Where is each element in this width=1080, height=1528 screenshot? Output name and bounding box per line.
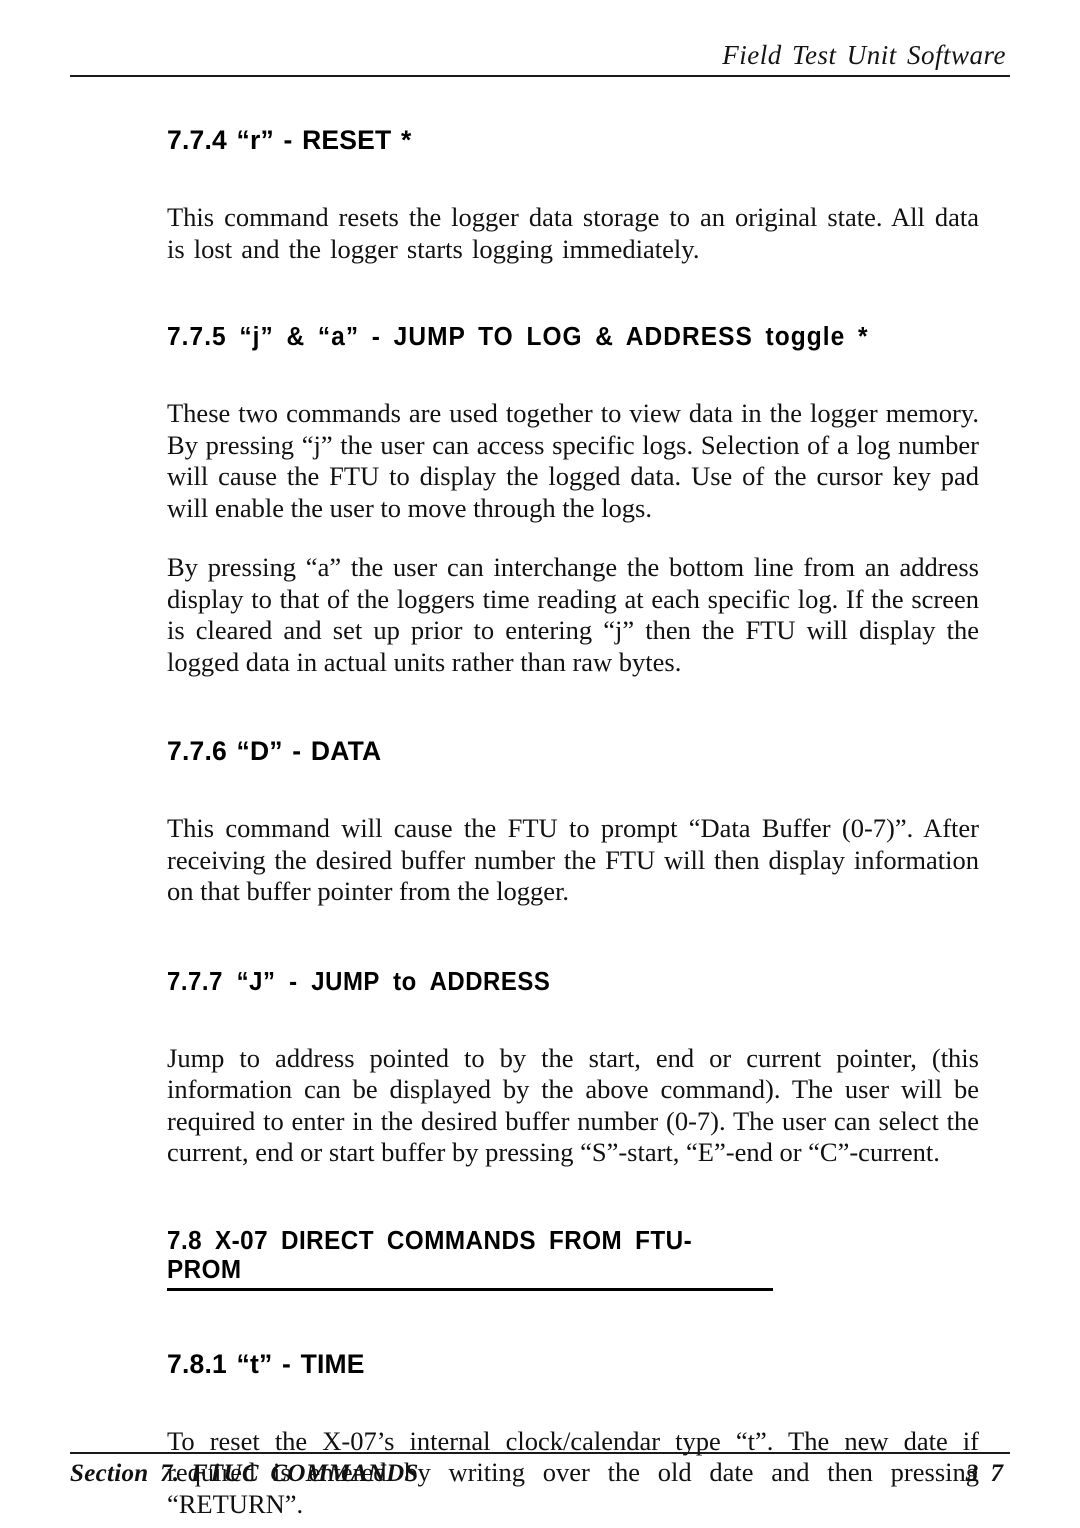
footer-row: Section 7. FTUC COMMANDS 3 7 — [70, 1460, 1010, 1488]
page-content: 7.7.4 “r” - RESET * This command resets … — [167, 125, 979, 1520]
page-number: 3 7 — [965, 1460, 1006, 1487]
heading-7-7-7: 7.7.7 “J” - JUMP to ADDRESS — [167, 965, 551, 996]
paragraph-7-7-4-1: This command resets the logger data stor… — [167, 202, 979, 264]
header-rule — [70, 75, 1010, 77]
footer-section-label: Section 7. FTUC COMMANDS — [70, 1460, 419, 1487]
heading-7-7-6: 7.7.6 “D” - DATA — [167, 736, 382, 766]
heading-7-7-5: 7.7.5 “j” & “a” - JUMP TO LOG & ADDRESS … — [167, 323, 869, 351]
footer-rule — [70, 1452, 1010, 1454]
paragraph-7-7-5-2: By pressing “a” the user can interchange… — [167, 552, 979, 677]
page-footer: Section 7. FTUC COMMANDS 3 7 — [70, 1452, 1010, 1488]
page-header: Field Test Unit Software — [70, 40, 1010, 77]
heading-7-8: 7.8 X-07 DIRECT COMMANDS FROM FTU-PROM — [167, 1226, 693, 1284]
document-page: Field Test Unit Software 7.7.4 “r” - RES… — [0, 0, 1080, 1528]
paragraph-7-7-6-1: This command will cause the FTU to promp… — [167, 813, 979, 906]
running-title: Field Test Unit Software — [722, 40, 1006, 70]
heading-7-8-1: 7.8.1 “t” - TIME — [167, 1348, 365, 1379]
paragraph-7-7-7-1: Jump to address pointed to by the start,… — [167, 1042, 979, 1168]
paragraph-7-7-5-1: These two commands are used together to … — [167, 398, 979, 523]
section-heading-block: 7.8 X-07 DIRECT COMMANDS FROM FTU-PROM — [167, 1227, 779, 1291]
heading-7-7-4: 7.7.4 “r” - RESET * — [167, 125, 412, 155]
